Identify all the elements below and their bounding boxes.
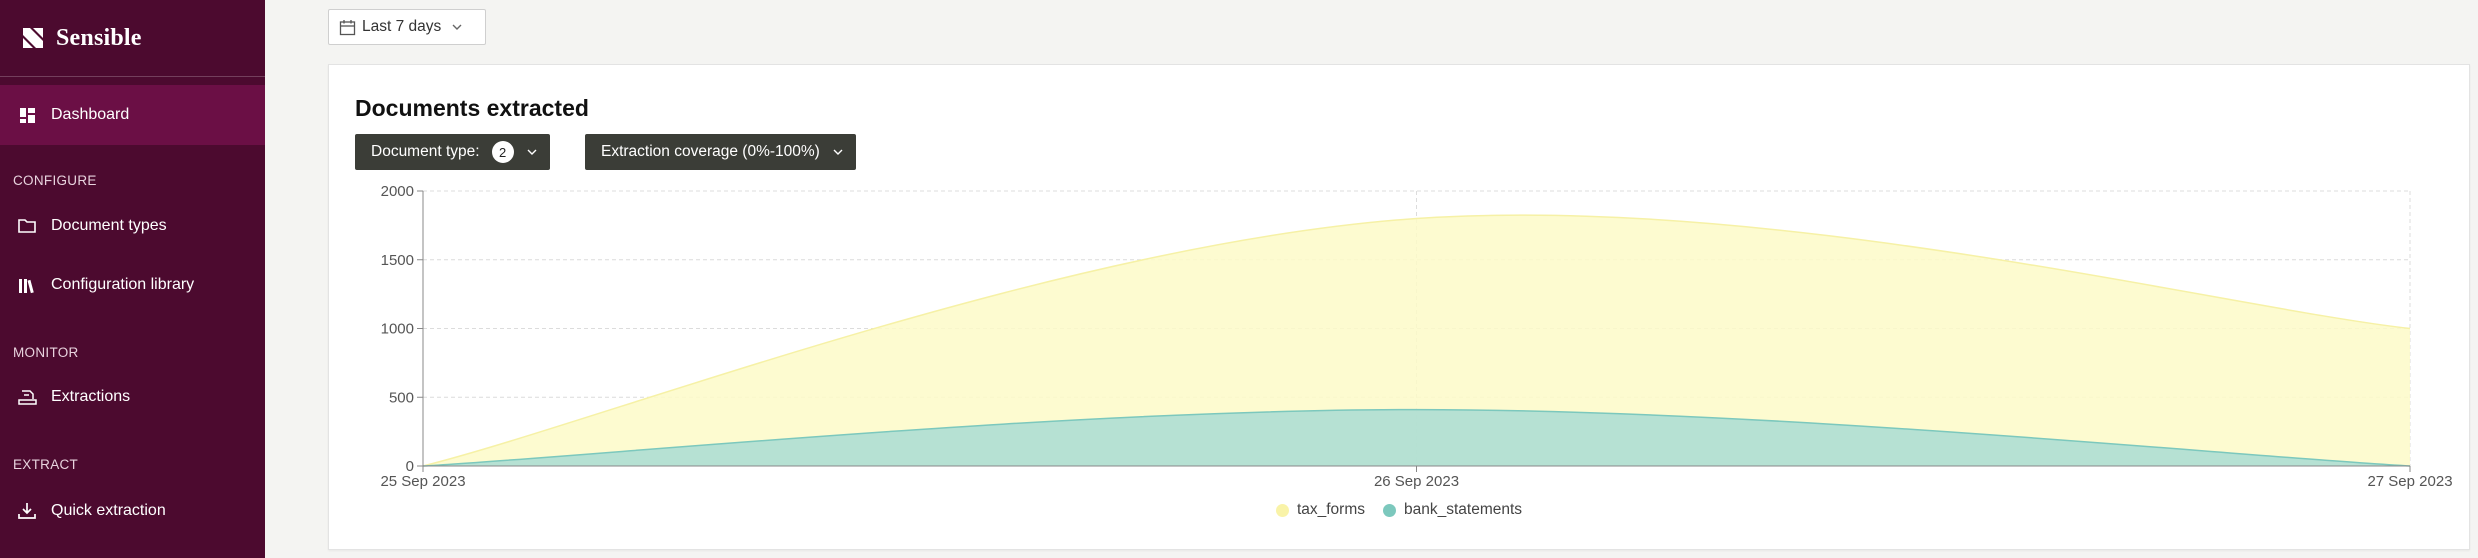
sidebar-item-label: Quick extraction: [51, 502, 166, 519]
section-extract: EXTRACT: [13, 457, 79, 472]
extractions-icon: [17, 387, 37, 407]
legend-swatch: [1383, 503, 1396, 517]
sidebar: Sensible Dashboard CONFIGURE Document ty…: [0, 0, 265, 558]
sidebar-item-configuration-library[interactable]: Configuration library: [0, 269, 265, 301]
chevron-down-icon: [452, 24, 462, 30]
y-tick-label: 1500: [381, 252, 414, 269]
download-icon: [17, 501, 37, 521]
sidebar-item-label: Document types: [51, 217, 167, 234]
legend-label: tax_forms: [1296, 501, 1365, 518]
brand[interactable]: Sensible: [0, 0, 265, 77]
dashboard-icon: [17, 105, 37, 125]
calendar-icon: [339, 19, 356, 35]
section-configure: CONFIGURE: [13, 173, 97, 188]
documents-area-chart: 050010001500200025 Sep 2023 26 Sep 2023 27…: [380, 183, 2452, 490]
section-monitor: MONITOR: [13, 345, 79, 360]
x-tick-label: 25 Sep 2023: [380, 473, 465, 490]
documents-extracted-card: Documents extracted Document type: 2 Ext…: [328, 64, 2470, 550]
y-tick-label: 500: [389, 389, 414, 406]
sidebar-item-label: Dashboard: [51, 106, 130, 123]
library-icon: [17, 275, 37, 295]
legend-item-bank-statements[interactable]: bank_statements: [1383, 501, 1522, 519]
x-tick-label: 26 Sep 2023: [1374, 473, 1459, 490]
y-tick-label: 2000: [381, 183, 414, 200]
sidebar-item-document-types[interactable]: Document types: [0, 210, 265, 242]
sidebar-item-quick-extraction[interactable]: Quick extraction: [0, 495, 265, 527]
legend-swatch: [1275, 503, 1289, 517]
sidebar-item-label: Extractions: [51, 388, 131, 405]
chart-legend: tax_forms bank_statements: [329, 501, 2469, 519]
sidebar-item-extractions[interactable]: Extractions: [0, 381, 265, 413]
date-range-label: Last 7 days: [362, 18, 442, 35]
x-tick-label: 27 Sep 2023: [2367, 473, 2452, 490]
sidebar-item-label: Configuration library: [51, 276, 195, 293]
sidebar-item-dashboard[interactable]: Dashboard: [0, 85, 265, 145]
date-range-select[interactable]: Last 7 days: [328, 9, 486, 45]
legend-item-tax-forms[interactable]: tax_forms: [1275, 501, 1365, 519]
folder-icon: [17, 216, 37, 236]
y-tick-label: 1000: [381, 321, 414, 338]
sensible-logo-icon: [23, 28, 43, 48]
brand-name: Sensible: [56, 24, 142, 51]
legend-label: bank_statements: [1404, 501, 1523, 518]
